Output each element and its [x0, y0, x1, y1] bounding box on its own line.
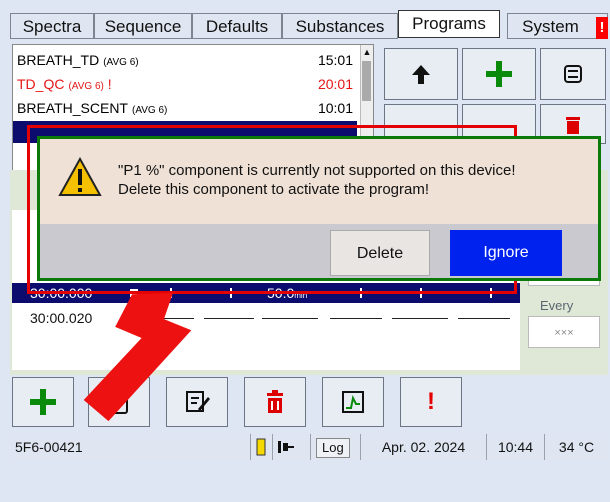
- add-program-button[interactable]: [462, 48, 536, 100]
- status-date: Apr. 02. 2024: [360, 434, 486, 460]
- program-row[interactable]: BREATH_SCENT (AVG 6) 10:01: [13, 97, 357, 119]
- program-name: BREATH_SCENT: [17, 100, 128, 116]
- timeline-dash: [330, 318, 382, 319]
- plus-icon: [30, 389, 56, 415]
- program-time: 15:01: [317, 52, 353, 68]
- every-field[interactable]: ×××: [528, 316, 600, 348]
- timeline-dash: [392, 318, 448, 319]
- tab-programs[interactable]: Programs: [398, 10, 500, 38]
- log-button[interactable]: Log: [310, 434, 360, 460]
- tab-sequence[interactable]: Sequence: [94, 13, 192, 39]
- battery-icon: [250, 434, 272, 460]
- highlight-green-outline: [37, 136, 601, 281]
- program-settings-button[interactable]: [540, 48, 606, 100]
- timeline-dash: [262, 318, 318, 319]
- delete-component-button[interactable]: [244, 377, 306, 427]
- plug-icon: [272, 434, 310, 460]
- tab-spectra[interactable]: Spectra: [10, 13, 94, 39]
- program-tag: (AVG 6): [68, 81, 104, 92]
- list-settings-icon: [564, 65, 582, 83]
- program-name: TD_QC: [17, 76, 65, 92]
- tab-defaults[interactable]: Defaults: [192, 13, 282, 39]
- program-time: 10:01: [317, 100, 353, 116]
- plus-icon: [486, 61, 512, 87]
- add-component-button[interactable]: [12, 377, 74, 427]
- tab-system[interactable]: System: [507, 13, 608, 39]
- program-row[interactable]: TD_QC (AVG 6) ! 20:01: [13, 73, 357, 95]
- system-alert-badge: !: [596, 17, 608, 39]
- trash-icon: [267, 390, 283, 413]
- every-label: Every: [540, 298, 574, 313]
- move-up-button[interactable]: [384, 48, 458, 100]
- program-name: BREATH_TD: [17, 52, 100, 68]
- arrow-up-icon: [412, 65, 430, 84]
- status-bar: 5F6-00421 Log Apr. 02. 2024 10:44 34 °C: [10, 434, 608, 460]
- status-temperature: 34 °C: [544, 434, 608, 460]
- chart-icon: [342, 391, 364, 413]
- program-row[interactable]: BREATH_TD (AVG 6) 15:01: [13, 49, 357, 71]
- red-arrow-icon: [83, 292, 192, 422]
- alert-button[interactable]: !: [400, 377, 462, 427]
- tab-substances[interactable]: Substances: [282, 13, 398, 39]
- timeline-dash: [458, 318, 510, 319]
- chart-view-button[interactable]: [322, 377, 384, 427]
- tab-bar: Spectra Sequence Defaults Substances Pro…: [10, 10, 608, 40]
- program-tag: (AVG 6): [103, 57, 139, 68]
- program-tag: (AVG 6): [131, 105, 168, 116]
- program-warning-flag: !: [107, 76, 112, 92]
- timeline-dash: [204, 318, 254, 319]
- status-time: 10:44: [486, 434, 544, 460]
- device-id: 5F6-00421: [15, 439, 83, 455]
- scroll-up-icon[interactable]: ▲: [361, 45, 373, 59]
- program-time: 20:01: [317, 76, 353, 92]
- trash-icon: [566, 117, 580, 134]
- scroll-thumb[interactable]: [362, 61, 371, 101]
